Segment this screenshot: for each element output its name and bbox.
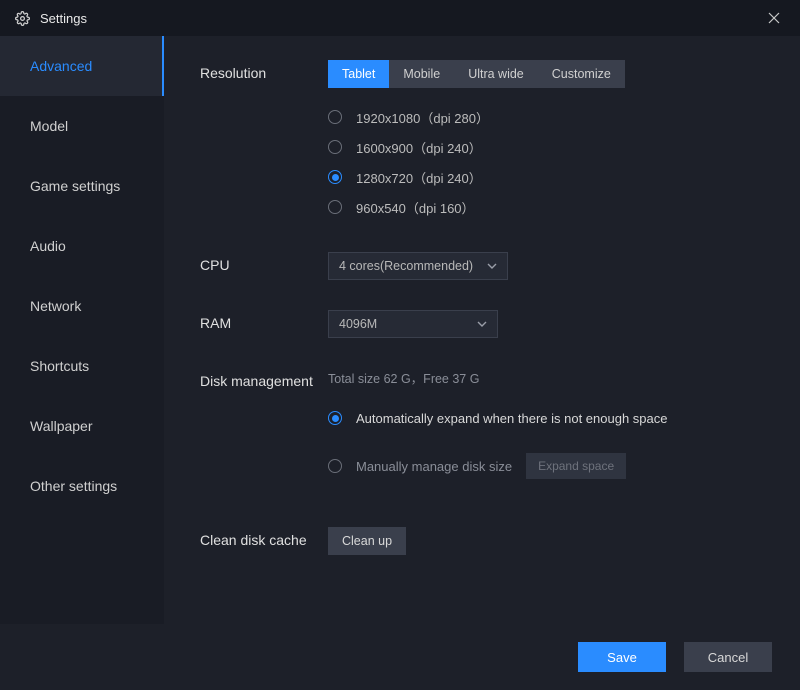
- clean-label: Clean disk cache: [200, 527, 328, 555]
- chevron-down-icon: [487, 263, 497, 269]
- resolution-options: 1920x1080（dpi 280） 1600x900（dpi 240） 128…: [328, 102, 770, 222]
- gear-icon: [14, 10, 30, 26]
- cancel-button[interactable]: Cancel: [684, 642, 772, 672]
- sidebar-item-label: Audio: [30, 238, 66, 254]
- sidebar-item-wallpaper[interactable]: Wallpaper: [0, 396, 164, 456]
- ram-select[interactable]: 4096M: [328, 310, 498, 338]
- tab-customize[interactable]: Customize: [538, 60, 625, 88]
- titlebar: Settings: [0, 0, 800, 36]
- sidebar-item-label: Shortcuts: [30, 358, 89, 374]
- chevron-down-icon: [477, 321, 487, 327]
- disk-option-manual[interactable]: Manually manage disk size Expand space: [328, 451, 770, 481]
- resolution-label: Resolution: [200, 60, 328, 222]
- radio-icon: [328, 170, 342, 184]
- sidebar-item-label: Game settings: [30, 178, 120, 194]
- radio-icon: [328, 200, 342, 214]
- resolution-tabs: Tablet Mobile Ultra wide Customize: [328, 60, 625, 88]
- disk-label: Disk management: [200, 368, 328, 497]
- radio-icon: [328, 459, 342, 473]
- clean-up-button[interactable]: Clean up: [328, 527, 406, 555]
- radio-icon: [328, 110, 342, 124]
- row-clean: Clean disk cache Clean up: [200, 527, 770, 555]
- cpu-label: CPU: [200, 252, 328, 280]
- ram-select-value: 4096M: [339, 317, 377, 331]
- sidebar-item-advanced[interactable]: Advanced: [0, 36, 164, 96]
- resolution-option-1280x720[interactable]: 1280x720（dpi 240）: [328, 162, 770, 192]
- disk-info: Total size 62 G，Free 37 G: [328, 368, 770, 387]
- expand-space-button[interactable]: Expand space: [526, 453, 626, 479]
- save-button[interactable]: Save: [578, 642, 666, 672]
- disk-option-auto[interactable]: Automatically expand when there is not e…: [328, 403, 770, 433]
- ram-label: RAM: [200, 310, 328, 338]
- radio-icon: [328, 140, 342, 154]
- close-icon: [768, 12, 780, 24]
- row-cpu: CPU 4 cores(Recommended): [200, 252, 770, 280]
- tab-ultra-wide[interactable]: Ultra wide: [454, 60, 538, 88]
- sidebar-item-network[interactable]: Network: [0, 276, 164, 336]
- sidebar-item-other-settings[interactable]: Other settings: [0, 456, 164, 516]
- sidebar-item-label: Advanced: [30, 58, 92, 74]
- sidebar-item-model[interactable]: Model: [0, 96, 164, 156]
- resolution-option-1920x1080[interactable]: 1920x1080（dpi 280）: [328, 102, 770, 132]
- sidebar-item-label: Network: [30, 298, 81, 314]
- footer: Save Cancel: [0, 624, 800, 690]
- close-button[interactable]: [760, 4, 788, 32]
- row-resolution: Resolution Tablet Mobile Ultra wide Cust…: [200, 60, 770, 222]
- radio-icon: [328, 411, 342, 425]
- sidebar-item-shortcuts[interactable]: Shortcuts: [0, 336, 164, 396]
- sidebar-item-label: Model: [30, 118, 68, 134]
- settings-window: Settings Advanced Model Game settings Au…: [0, 0, 800, 690]
- body: Advanced Model Game settings Audio Netwo…: [0, 36, 800, 624]
- row-disk: Disk management Total size 62 G，Free 37 …: [200, 368, 770, 497]
- sidebar: Advanced Model Game settings Audio Netwo…: [0, 36, 164, 624]
- sidebar-item-audio[interactable]: Audio: [0, 216, 164, 276]
- sidebar-item-game-settings[interactable]: Game settings: [0, 156, 164, 216]
- row-ram: RAM 4096M: [200, 310, 770, 338]
- tab-tablet[interactable]: Tablet: [328, 60, 389, 88]
- sidebar-item-label: Other settings: [30, 478, 117, 494]
- resolution-option-1600x900[interactable]: 1600x900（dpi 240）: [328, 132, 770, 162]
- content: Resolution Tablet Mobile Ultra wide Cust…: [164, 36, 800, 624]
- resolution-option-960x540[interactable]: 960x540（dpi 160）: [328, 192, 770, 222]
- cpu-select-value: 4 cores(Recommended): [339, 259, 473, 273]
- tab-mobile[interactable]: Mobile: [389, 60, 454, 88]
- sidebar-item-label: Wallpaper: [30, 418, 93, 434]
- window-title: Settings: [40, 11, 87, 26]
- cpu-select[interactable]: 4 cores(Recommended): [328, 252, 508, 280]
